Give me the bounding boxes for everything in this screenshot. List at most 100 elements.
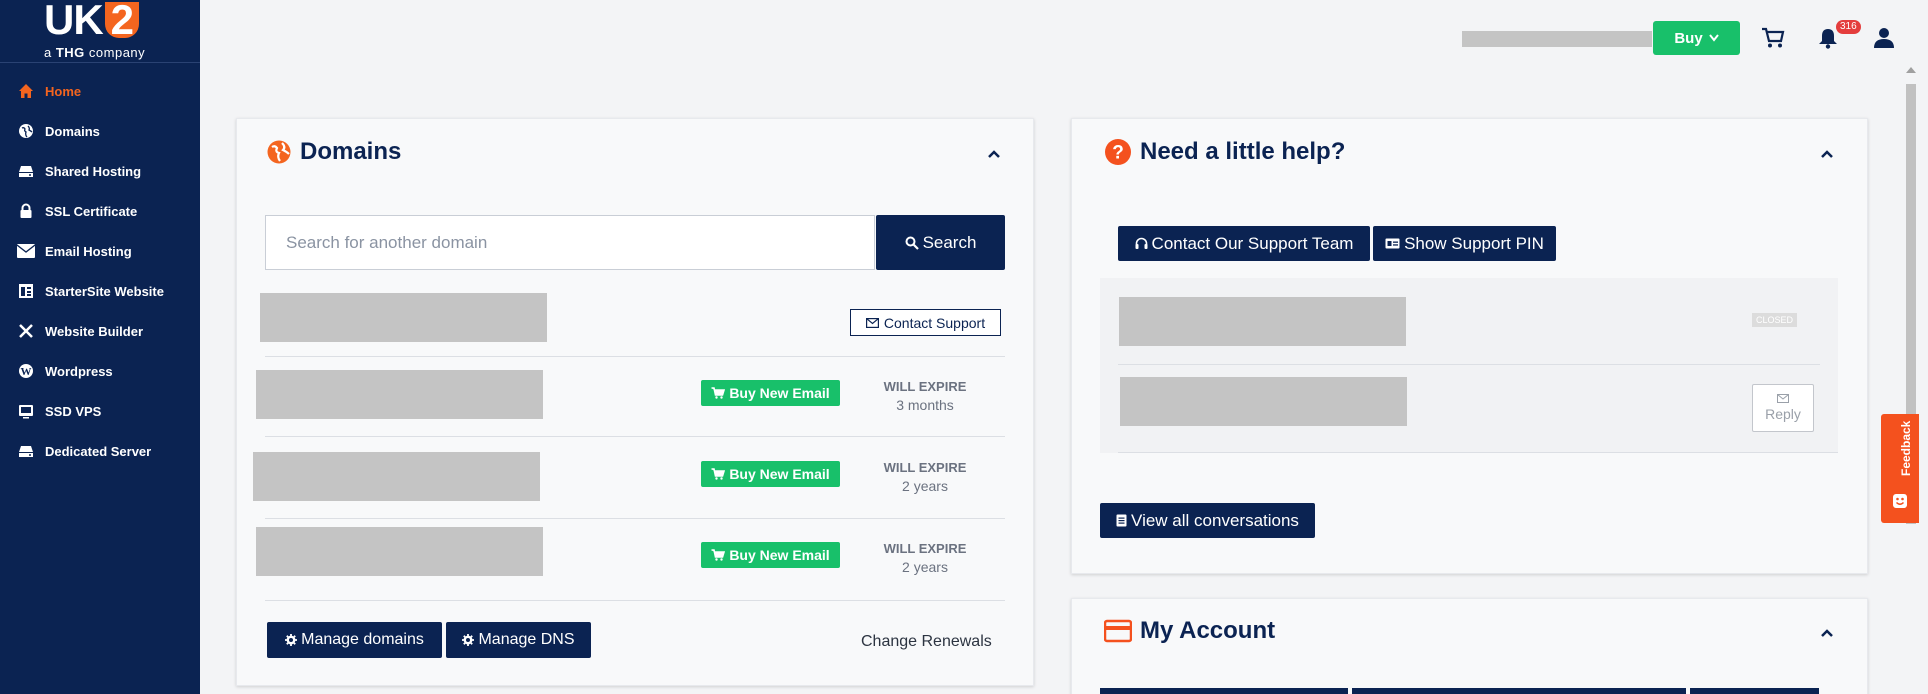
domain-search-input[interactable]: Search for another domain xyxy=(265,215,875,270)
sidebar-item-email-hosting[interactable]: Email Hosting xyxy=(0,231,200,271)
uk2-logo[interactable]: UK 2 a THG company xyxy=(0,0,200,63)
envelope-icon xyxy=(1777,394,1789,403)
notification-badge: 316 xyxy=(1836,20,1861,34)
credit-card-icon xyxy=(1104,619,1132,643)
expiry-label: WILL EXPIRE xyxy=(883,460,967,475)
search-button-label: Search xyxy=(922,232,977,252)
cart-icon xyxy=(711,549,726,561)
show-pin-label: Show Support PIN xyxy=(1404,233,1544,253)
home-icon xyxy=(16,81,36,101)
account-title-text: My Account xyxy=(1140,617,1276,644)
domain-name-placeholder xyxy=(253,452,540,501)
sidebar-item-dedicated-server[interactable]: Dedicated Server xyxy=(0,431,200,471)
sidebar-item-ssl-certificate[interactable]: SSL Certificate xyxy=(0,191,200,231)
manage-domains-label: Manage domains xyxy=(301,631,424,648)
lock-icon xyxy=(16,201,36,221)
buy-label: Buy xyxy=(1674,29,1703,47)
scroll-up-icon[interactable] xyxy=(1906,67,1916,73)
wordpress-icon: W xyxy=(16,361,36,381)
sidebar-item-wordpress[interactable]: W Wordpress xyxy=(0,351,200,391)
manage-dns-button[interactable]: Manage DNS xyxy=(446,622,591,658)
sidebar-item-home[interactable]: Home xyxy=(0,71,200,111)
view-all-conversations-button[interactable]: View all conversations xyxy=(1100,503,1315,538)
account-action-button[interactable] xyxy=(1100,688,1348,694)
contact-support-label: Contact Support xyxy=(883,314,986,331)
manage-domains-button[interactable]: Manage domains xyxy=(267,622,442,658)
expiry-info: WILL EXPIRE 3 months xyxy=(870,377,980,415)
gear-icon xyxy=(462,634,475,646)
expiry-info: WILL EXPIRE 2 years xyxy=(870,539,980,577)
help-card-title: ? Need a little help? xyxy=(1104,138,1345,166)
question-icon: ? xyxy=(1105,139,1131,165)
contact-support-button[interactable]: Contact Support xyxy=(850,309,1001,336)
cart-icon[interactable] xyxy=(1759,24,1787,52)
help-title-text: Need a little help? xyxy=(1140,138,1346,165)
reply-button[interactable]: Reply xyxy=(1752,384,1814,432)
logo-tagline: a THG company xyxy=(44,45,146,60)
collapse-chevron-icon[interactable] xyxy=(1820,147,1834,161)
cart-icon xyxy=(711,468,726,480)
sidebar-item-website-builder[interactable]: Website Builder xyxy=(0,311,200,351)
view-all-label: View all conversations xyxy=(1131,510,1299,530)
layout-icon xyxy=(16,281,36,301)
reply-label: Reply xyxy=(1765,406,1801,422)
sidebar-item-label: Wordpress xyxy=(45,363,113,379)
tools-icon xyxy=(16,321,36,341)
expiry-info: WILL EXPIRE 2 years xyxy=(870,458,980,496)
account-card-title: My Account xyxy=(1104,617,1275,645)
globe-icon xyxy=(16,121,36,141)
domain-name-placeholder xyxy=(256,527,543,576)
expiry-value: 2 years xyxy=(902,559,948,575)
domain-search-button[interactable]: Search xyxy=(876,215,1005,270)
show-support-pin-button[interactable]: Show Support PIN xyxy=(1373,226,1556,261)
sidebar-item-ssd-vps[interactable]: SSD VPS xyxy=(0,391,200,431)
sidebar-item-label: Domains xyxy=(45,123,100,139)
divider xyxy=(265,600,1005,601)
sidebar-nav: Home Domains Shared Hosting SSL Certific… xyxy=(0,71,200,471)
buy-new-email-button[interactable]: Buy New Email xyxy=(701,461,840,487)
manage-dns-label: Manage DNS xyxy=(478,631,575,648)
sidebar-item-startersite-website[interactable]: StarterSite Website xyxy=(0,271,200,311)
buy-new-email-label: Buy New Email xyxy=(729,385,830,401)
sidebar-item-label: Shared Hosting xyxy=(45,163,142,179)
buy-new-email-button[interactable]: Buy New Email xyxy=(701,542,840,568)
envelope-icon xyxy=(16,241,36,261)
buy-dropdown-button[interactable]: Buy xyxy=(1653,21,1740,55)
domain-name-placeholder xyxy=(256,370,543,419)
envelope-icon xyxy=(865,317,879,328)
my-account-card xyxy=(1071,598,1868,694)
sidebar-item-label: Website Builder xyxy=(45,323,144,339)
collapse-chevron-icon[interactable] xyxy=(987,147,1001,161)
sidebar-item-shared-hosting[interactable]: Shared Hosting xyxy=(0,151,200,191)
conversation-subject-placeholder xyxy=(1120,377,1407,426)
sidebar-item-label: Home xyxy=(45,83,82,99)
divider xyxy=(265,518,1005,519)
buy-new-email-label: Buy New Email xyxy=(729,547,830,563)
divider xyxy=(1118,452,1838,453)
id-card-icon xyxy=(1385,238,1400,249)
collapse-chevron-icon[interactable] xyxy=(1820,626,1834,640)
buy-new-email-label: Buy New Email xyxy=(729,466,830,482)
sidebar-item-label: Email Hosting xyxy=(45,243,132,259)
domains-title-text: Domains xyxy=(300,138,402,165)
chevron-down-icon xyxy=(1708,34,1719,42)
search-placeholder: Search for another domain xyxy=(286,232,488,252)
cart-icon xyxy=(711,387,726,399)
change-renewals-link[interactable]: Change Renewals xyxy=(861,633,992,651)
globe-icon xyxy=(267,140,291,164)
buy-new-email-button[interactable]: Buy New Email xyxy=(701,380,840,406)
contact-support-team-button[interactable]: Contact Our Support Team xyxy=(1118,226,1370,261)
expiry-value: 3 months xyxy=(896,397,954,413)
account-action-button[interactable] xyxy=(1352,688,1686,694)
sidebar-item-label: SSL Certificate xyxy=(45,203,138,219)
divider xyxy=(1118,364,1820,365)
expiry-value: 2 years xyxy=(902,478,948,494)
sidebar-item-domains[interactable]: Domains xyxy=(0,111,200,151)
gear-icon xyxy=(285,634,298,646)
contact-team-label: Contact Our Support Team xyxy=(1151,233,1354,253)
account-action-button[interactable] xyxy=(1690,688,1819,694)
server-icon xyxy=(16,161,36,181)
user-icon[interactable] xyxy=(1870,24,1898,52)
search-icon xyxy=(905,236,919,250)
feedback-tab[interactable]: Feedback xyxy=(1881,414,1919,523)
